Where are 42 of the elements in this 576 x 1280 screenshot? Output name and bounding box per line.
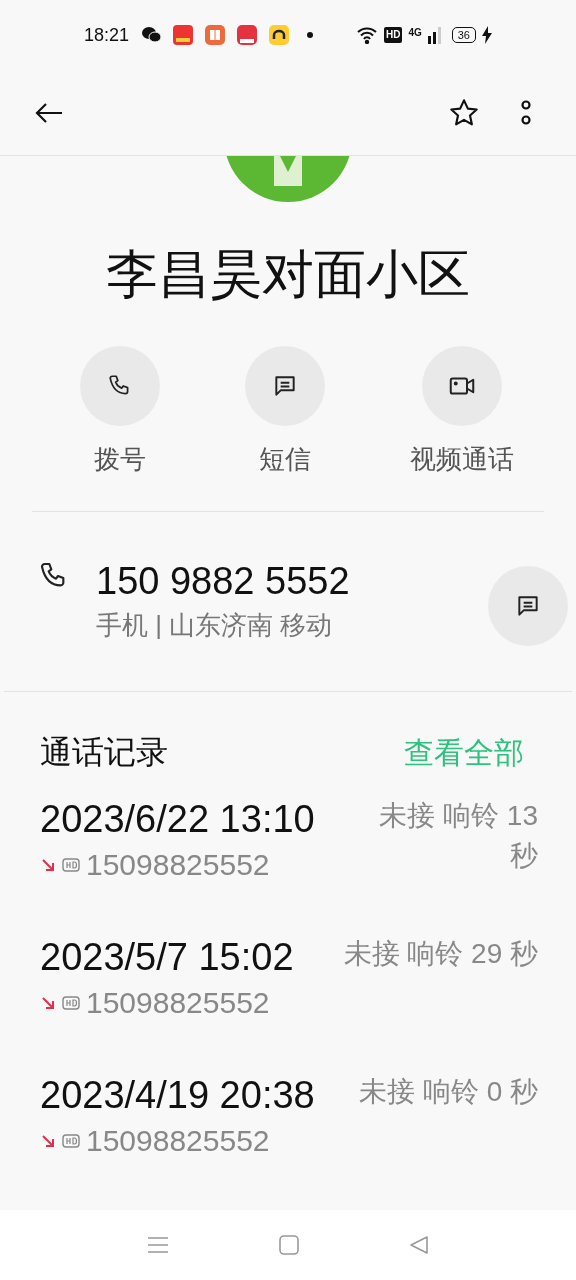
hd-badge: HD bbox=[383, 27, 403, 43]
hd-call-icon bbox=[62, 857, 80, 872]
charging-icon bbox=[482, 26, 492, 44]
contact-name: 李昌昊对面小区 bbox=[105, 244, 471, 305]
home-nav-button[interactable] bbox=[279, 1235, 299, 1255]
more-icon bbox=[520, 99, 532, 126]
notification-dot-icon bbox=[307, 32, 314, 38]
battery-indicator: 36 bbox=[451, 27, 476, 43]
book-app-icon bbox=[205, 25, 226, 45]
back-arrow-icon bbox=[34, 100, 64, 125]
video-action[interactable]: 视频通话 bbox=[410, 346, 514, 479]
call-time: 2023/5/7 15:02 bbox=[40, 935, 294, 980]
back-nav-button[interactable] bbox=[409, 1235, 429, 1255]
hd-call-icon bbox=[62, 1133, 80, 1148]
triangle-icon bbox=[409, 1235, 429, 1255]
hd-call-icon bbox=[62, 995, 80, 1010]
more-button[interactable] bbox=[520, 99, 532, 126]
call-status: 未接 响铃 13 秒 bbox=[378, 799, 538, 873]
message-icon bbox=[515, 593, 541, 619]
chat-app-icon bbox=[141, 26, 162, 44]
phone-detail: 手机 | 山东济南 移动 bbox=[96, 609, 334, 642]
app-icon bbox=[173, 25, 194, 45]
call-time: 2023/6/22 13:10 bbox=[40, 797, 315, 842]
call-number: 15098825552 bbox=[86, 1123, 270, 1159]
status-time: 18:21 bbox=[84, 23, 130, 47]
call-number: 15098825552 bbox=[86, 985, 270, 1021]
call-status: 未接 响铃 0 秒 bbox=[358, 1075, 538, 1109]
call-time: 2023/4/19 20:38 bbox=[40, 1073, 315, 1118]
phone-number: 150 9882 5552 bbox=[96, 559, 351, 604]
call-status: 未接 响铃 29 秒 bbox=[342, 937, 538, 971]
network-label: 4G bbox=[408, 28, 422, 38]
wifi-icon bbox=[355, 26, 378, 44]
avatar-icon bbox=[224, 156, 352, 202]
menu-icon bbox=[147, 1235, 169, 1255]
square-icon bbox=[279, 1235, 299, 1255]
car-app-icon bbox=[269, 25, 290, 45]
call-log-title: 通话记录 bbox=[40, 733, 168, 772]
signal-icon bbox=[427, 26, 442, 44]
back-button[interactable] bbox=[34, 100, 64, 125]
app-icon bbox=[237, 25, 258, 45]
message-icon bbox=[272, 373, 298, 399]
call-number: 15098825552 bbox=[86, 847, 270, 883]
